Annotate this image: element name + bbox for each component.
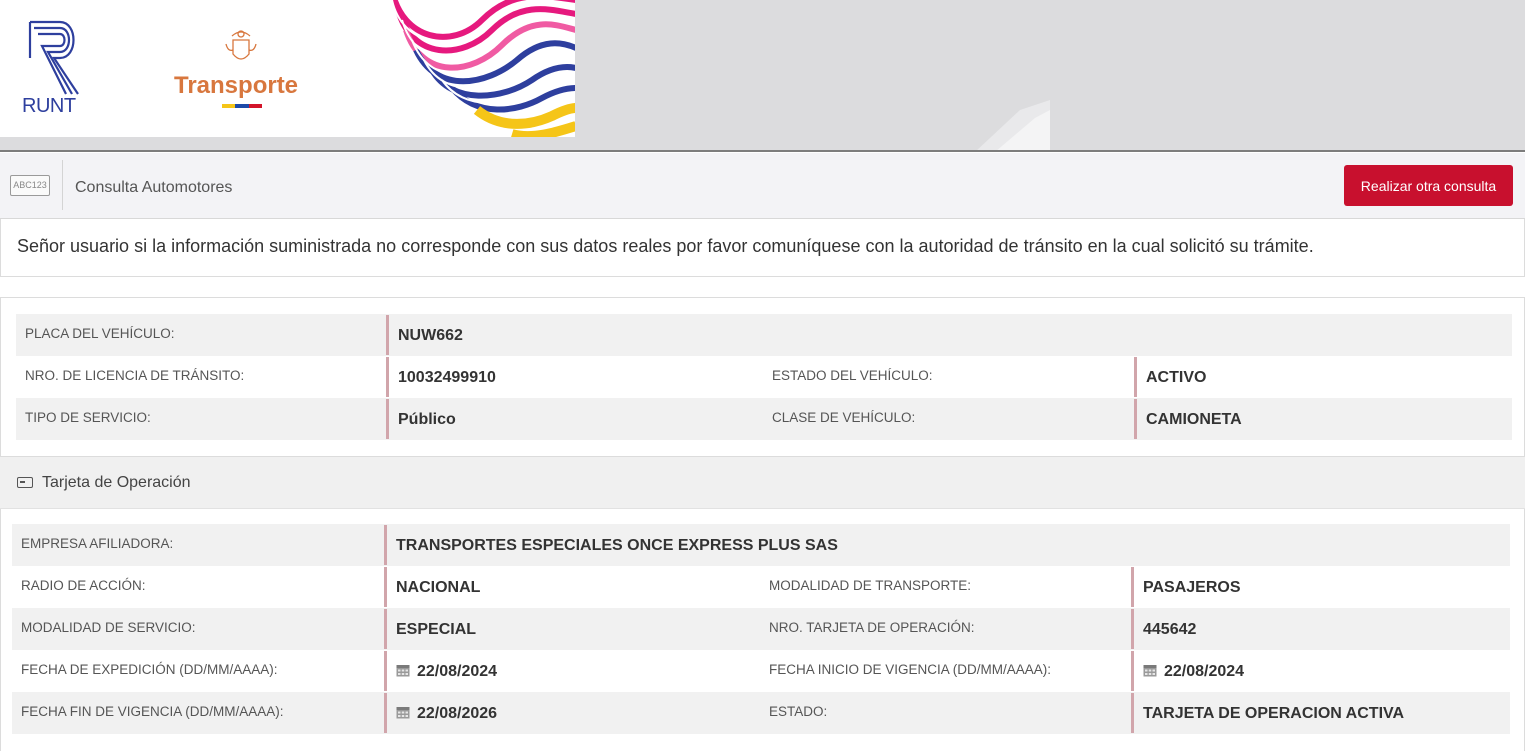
calendar-icon [1143, 665, 1157, 677]
fecha-fin-label: FECHA FIN DE VIGENCIA (DD/MM/AAAA): [21, 704, 284, 719]
page-title: Consulta Automotores [75, 179, 233, 196]
estado-vehiculo-label: ESTADO DEL VEHÍCULO: [772, 368, 933, 383]
fecha-inicio-field: 22/08/2024 [1131, 651, 1244, 691]
row-fechas: FECHA DE EXPEDICIÓN (DD/MM/AAAA): 22/08/… [12, 650, 1510, 692]
row-placa: PLACA DEL VEHÍCULO: NUW662 [16, 314, 1512, 356]
nro-tarjeta-value: 445642 [1131, 609, 1196, 649]
fecha-inicio-label: FECHA INICIO DE VIGENCIA (DD/MM/AAAA): [769, 662, 1052, 677]
notice-text: Señor usuario si la información suminist… [17, 236, 1314, 256]
fecha-expedicion-value: 22/08/2024 [417, 663, 498, 680]
fecha-fin-field: 22/08/2026 [384, 693, 497, 733]
tarjeta-section-header [0, 457, 1525, 509]
flag-stripe [222, 104, 262, 108]
empresa-value: TRANSPORTES ESPECIALES ONCE EXPRESS PLUS… [384, 525, 838, 565]
estado-tarjeta-value: TARJETA DE OPERACION ACTIVA [1131, 693, 1404, 733]
row-radio: RADIO DE ACCIÓN: NACIONAL MODALIDAD DE T… [12, 566, 1510, 608]
placa-label: PLACA DEL VEHÍCULO: [25, 326, 175, 341]
radio-value: NACIONAL [384, 567, 480, 607]
modalidad-transporte-value: PASAJEROS [1131, 567, 1241, 607]
title-separator [62, 160, 63, 210]
fecha-fin-value: 22/08/2026 [417, 705, 498, 722]
servicio-value: Público [386, 399, 456, 439]
banner-logos: RUNT Transporte [0, 0, 575, 137]
radio-label: RADIO DE ACCIÓN: [21, 578, 146, 593]
tarjeta-section-title: Tarjeta de Operación [42, 474, 191, 491]
row-fin-estado: FECHA FIN DE VIGENCIA (DD/MM/AAAA): 22/0… [12, 692, 1510, 734]
new-query-button[interactable]: Realizar otra consulta [1344, 165, 1513, 206]
row-licencia: NRO. DE LICENCIA DE TRÁNSITO: 1003249991… [16, 356, 1512, 398]
header-divider [0, 150, 1525, 152]
fecha-expedicion-label: FECHA DE EXPEDICIÓN (DD/MM/AAAA): [21, 662, 278, 677]
row-empresa: EMPRESA AFILIADORA: TRANSPORTES ESPECIAL… [12, 524, 1510, 566]
estado-tarjeta-label: ESTADO: [769, 704, 828, 719]
licencia-label: NRO. DE LICENCIA DE TRÁNSITO: [25, 368, 245, 383]
row-servicio: TIPO DE SERVICIO: Público CLASE DE VEHÍC… [16, 398, 1512, 440]
servicio-label: TIPO DE SERVICIO: [25, 410, 151, 425]
calendar-icon [396, 707, 410, 719]
plate-icon: ABC123 [10, 175, 50, 196]
fecha-expedicion-field: 22/08/2024 [384, 651, 497, 691]
modalidad-servicio-value: ESPECIAL [384, 609, 476, 649]
coat-of-arms-icon [225, 30, 257, 60]
clase-label: CLASE DE VEHÍCULO: [772, 410, 916, 425]
empresa-label: EMPRESA AFILIADORA: [21, 536, 174, 551]
ministry-logo-text: Transporte [174, 72, 299, 99]
clase-value: CAMIONETA [1134, 399, 1242, 439]
estado-vehiculo-value: ACTIVO [1134, 357, 1206, 397]
licencia-value: 10032499910 [386, 357, 496, 397]
calendar-icon [396, 665, 410, 677]
nro-tarjeta-label: NRO. TARJETA DE OPERACIÓN: [769, 620, 975, 635]
header-banner: RUNT Transporte [0, 0, 1525, 152]
fecha-inicio-value: 22/08/2024 [1164, 663, 1245, 680]
card-icon [17, 477, 33, 488]
modalidad-servicio-label: MODALIDAD DE SERVICIO: [21, 620, 196, 635]
wave-decoration [392, 0, 575, 137]
runt-logo-text: RUNT [22, 95, 76, 117]
modalidad-transporte-label: MODALIDAD DE TRANSPORTE: [769, 578, 972, 593]
placa-value: NUW662 [386, 315, 463, 355]
mountain-decoration [975, 100, 1050, 152]
banner-background [1050, 0, 1525, 150]
row-modalidad-servicio: MODALIDAD DE SERVICIO: ESPECIAL NRO. TAR… [12, 608, 1510, 650]
